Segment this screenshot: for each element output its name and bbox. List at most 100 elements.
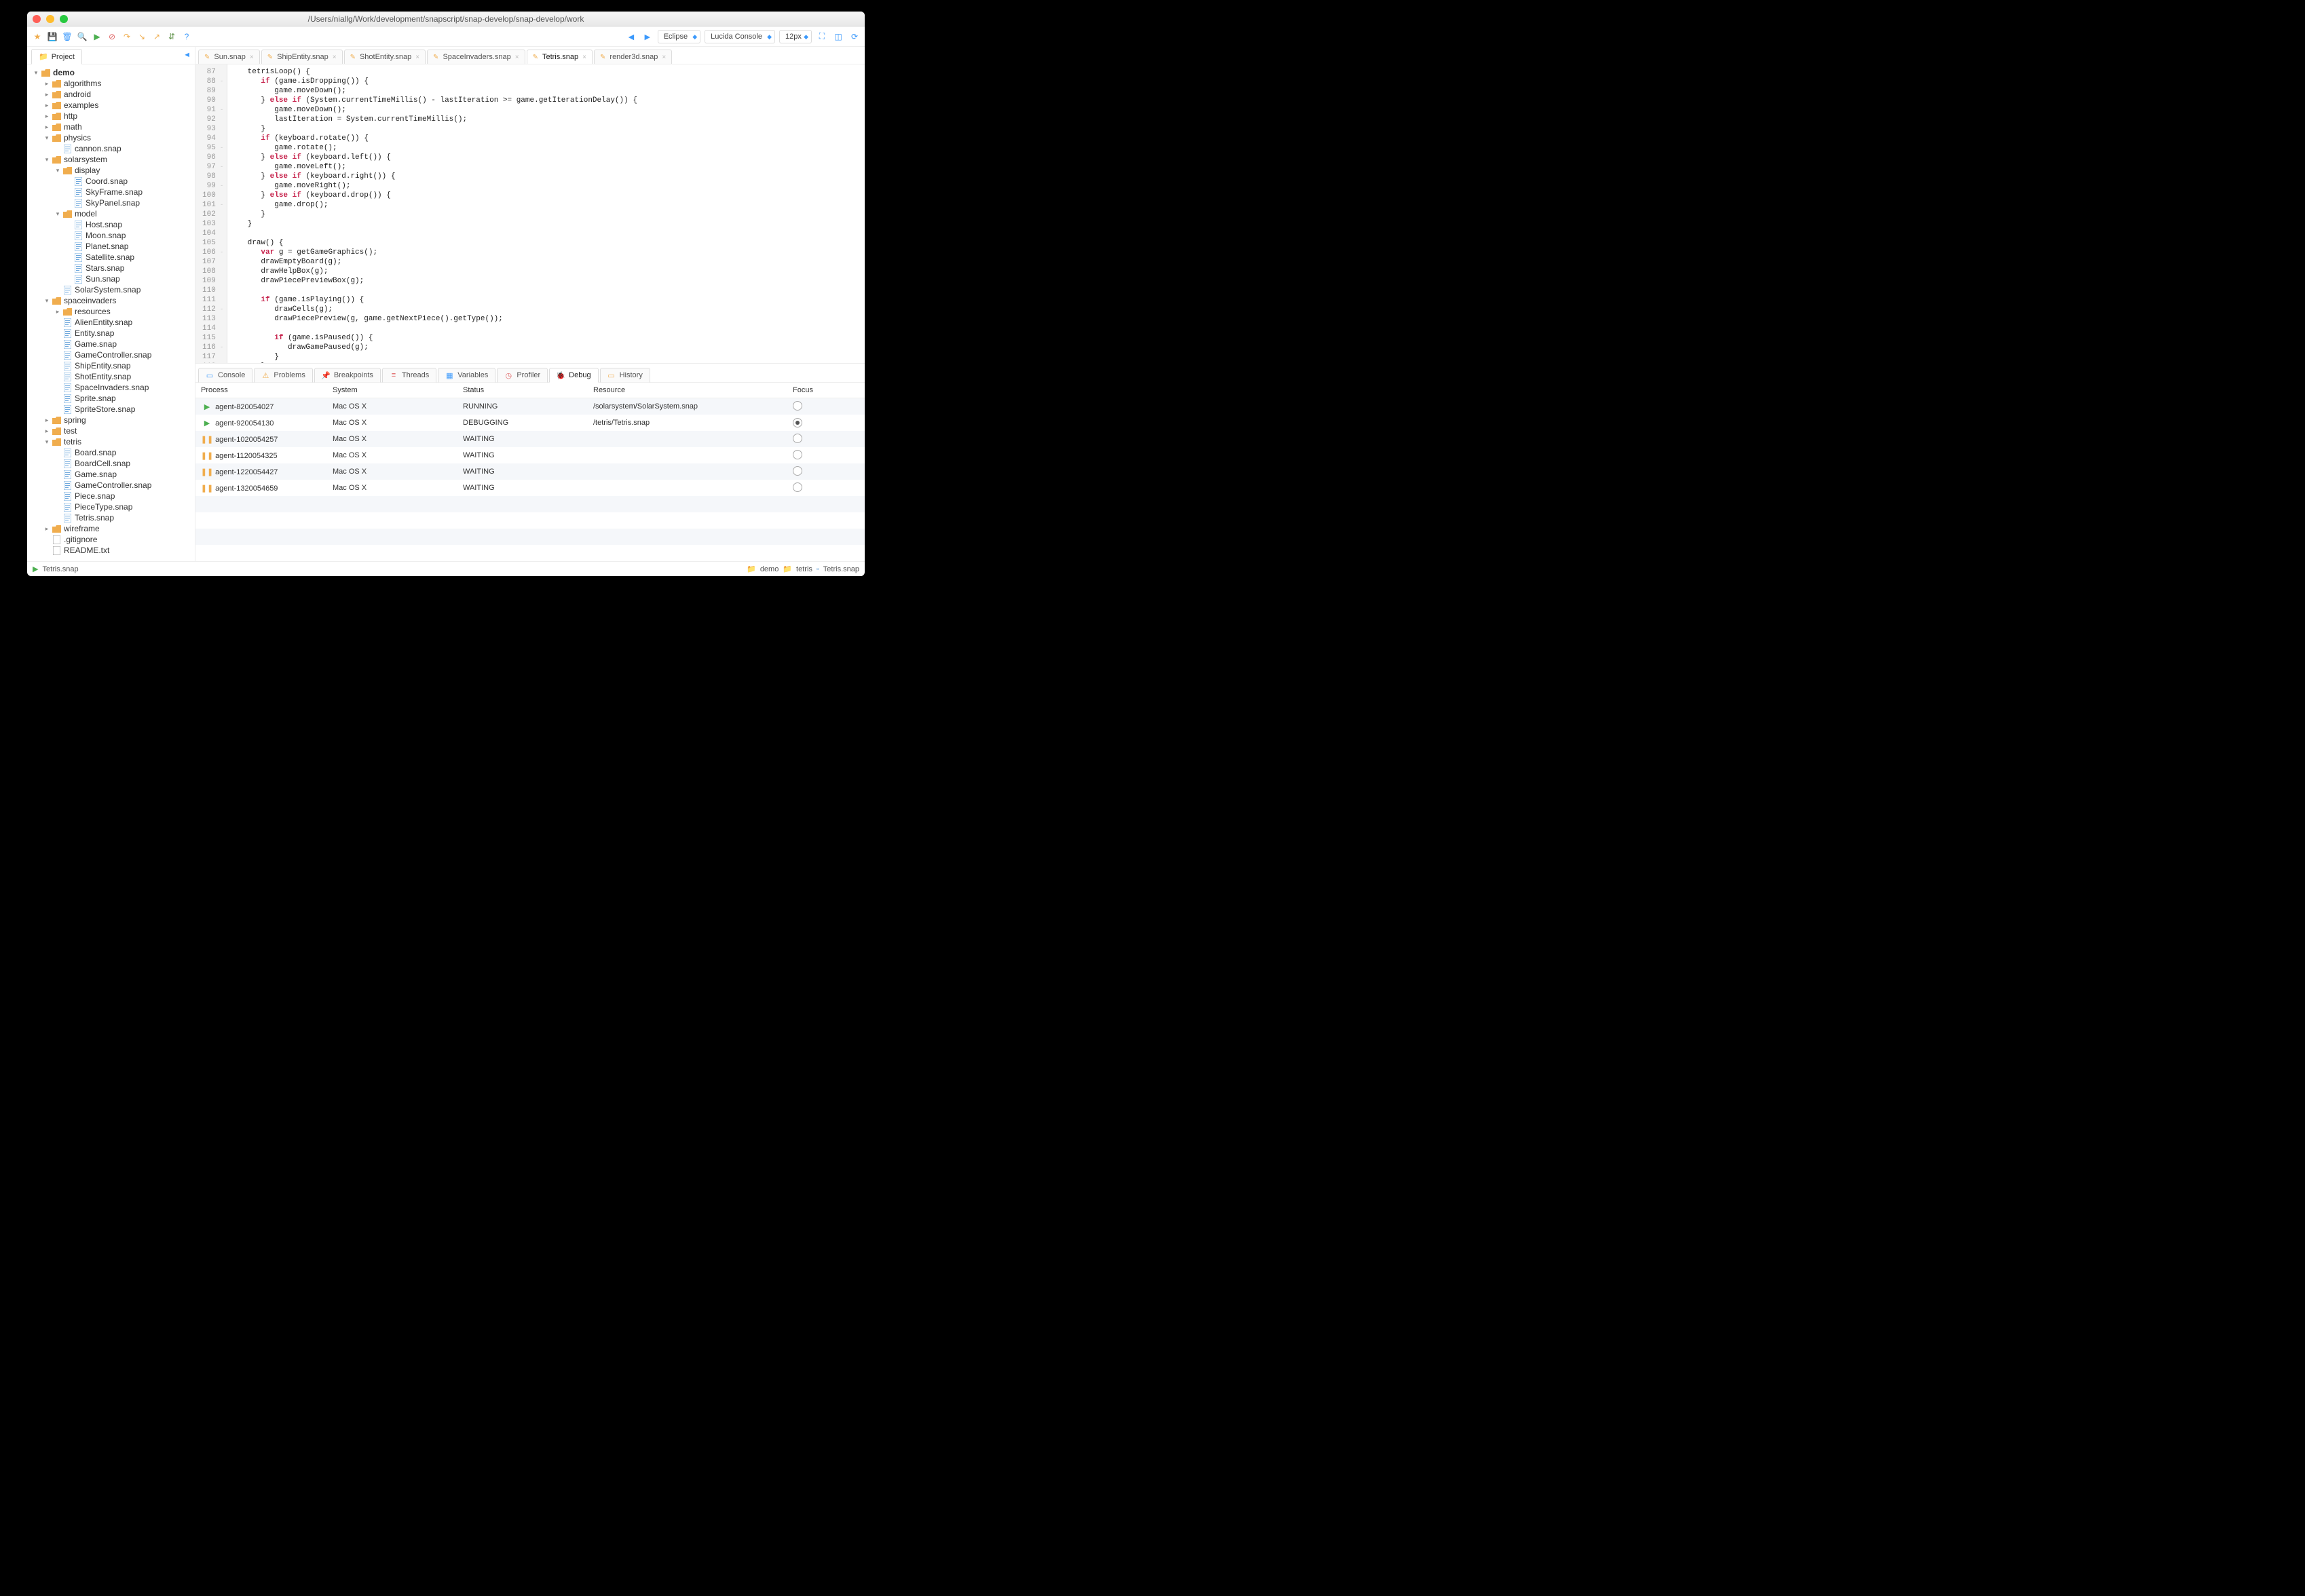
focus-radio[interactable]	[793, 466, 802, 476]
new-icon[interactable]: ★	[31, 31, 43, 43]
editor-tab[interactable]: ✎render3d.snap×	[594, 50, 672, 64]
tree-row[interactable]: Planet.snap	[27, 241, 195, 252]
code-editor[interactable]: 8788899091929394959697989910010110210310…	[195, 64, 865, 364]
bottom-tab-debug[interactable]: 🐞Debug	[549, 368, 598, 383]
close-tab-icon[interactable]: ×	[415, 54, 419, 61]
delete-icon[interactable]: 🗑	[61, 31, 73, 43]
bottom-tab-threads[interactable]: ≡Threads	[382, 368, 436, 383]
twist-icon[interactable]: ▸	[43, 102, 50, 109]
tree-row[interactable]: ShipEntity.snap	[27, 360, 195, 371]
bottom-tab-problems[interactable]: ⚠Problems	[254, 368, 312, 383]
crumb-tetris[interactable]: tetris	[796, 565, 812, 573]
twist-icon[interactable]: ▸	[43, 113, 50, 120]
twist-icon[interactable]: ▾	[33, 69, 39, 77]
col-process[interactable]: Process	[195, 383, 327, 398]
table-row[interactable]: ❚❚ agent-1320054659Mac OS XWAITING	[195, 480, 865, 496]
col-system[interactable]: System	[327, 383, 457, 398]
tree-row[interactable]: SkyFrame.snap	[27, 187, 195, 197]
save-icon[interactable]: 💾	[46, 31, 58, 43]
focus-radio[interactable]	[793, 418, 802, 428]
twist-icon[interactable]: ▾	[43, 438, 50, 446]
tree-row[interactable]: .gitignore	[27, 534, 195, 545]
tree-row[interactable]: Host.snap	[27, 219, 195, 230]
tree-row[interactable]: ▸algorithms	[27, 78, 195, 89]
tree-row[interactable]: ▸test	[27, 425, 195, 436]
bottom-tab-variables[interactable]: ▦Variables	[438, 368, 495, 383]
tree-row[interactable]: Stars.snap	[27, 263, 195, 273]
step-out-icon[interactable]: ↗	[151, 31, 163, 43]
tree-row[interactable]: SolarSystem.snap	[27, 284, 195, 295]
twist-icon[interactable]: ▾	[43, 156, 50, 164]
twist-icon[interactable]: ▾	[54, 167, 61, 174]
twist-icon[interactable]: ▸	[54, 308, 61, 316]
close-tab-icon[interactable]: ×	[333, 54, 337, 61]
crumb-demo[interactable]: demo	[760, 565, 779, 573]
bottom-tab-history[interactable]: ▭History	[600, 368, 650, 383]
close-tab-icon[interactable]: ×	[515, 54, 519, 61]
nav-forward-icon[interactable]: ►	[641, 31, 654, 42]
tree-row[interactable]: Tetris.snap	[27, 512, 195, 523]
fold-column[interactable]: ----------	[219, 64, 227, 363]
tree-row[interactable]: ▸http	[27, 111, 195, 121]
nav-back-icon[interactable]: ◄	[625, 31, 637, 42]
focus-radio[interactable]	[793, 482, 802, 492]
tree-row[interactable]: ▾demo	[27, 67, 195, 78]
step-into-icon[interactable]: ↘	[136, 31, 148, 43]
close-tab-icon[interactable]: ×	[582, 54, 586, 61]
tree-row[interactable]: Board.snap	[27, 447, 195, 458]
step-over-icon[interactable]: ↷	[121, 31, 133, 43]
twist-icon[interactable]: ▾	[43, 297, 50, 305]
search-icon[interactable]: 🔍	[76, 31, 88, 43]
stop-icon[interactable]: ⊘	[106, 31, 118, 43]
tree-row[interactable]: SpaceInvaders.snap	[27, 382, 195, 393]
tree-row[interactable]: ▸spring	[27, 415, 195, 425]
tree-row[interactable]: AlienEntity.snap	[27, 317, 195, 328]
twist-icon[interactable]: ▸	[43, 80, 50, 88]
twist-icon[interactable]: ▾	[43, 134, 50, 142]
project-tab[interactable]: 📁 Project	[31, 49, 82, 64]
close-tab-icon[interactable]: ×	[250, 54, 254, 61]
table-row[interactable]: ▶ agent-920054130Mac OS XDEBUGGING/tetri…	[195, 415, 865, 431]
fontsize-select[interactable]: 12px◆	[779, 30, 812, 43]
focus-radio[interactable]	[793, 434, 802, 443]
layout-icon[interactable]: ◫	[832, 31, 844, 43]
col-resource[interactable]: Resource	[588, 383, 787, 398]
bottom-tab-console[interactable]: ▭Console	[198, 368, 252, 383]
tree-row[interactable]: ▸android	[27, 89, 195, 100]
tree-row[interactable]: SpriteStore.snap	[27, 404, 195, 415]
bottom-tab-breakpoints[interactable]: 📌Breakpoints	[314, 368, 381, 383]
help-icon[interactable]: ?	[181, 31, 193, 43]
theme-select[interactable]: Eclipse◆	[658, 30, 700, 43]
collapse-icon[interactable]: ◄	[183, 51, 191, 59]
tree-row[interactable]: ▸math	[27, 121, 195, 132]
tree-row[interactable]: Moon.snap	[27, 230, 195, 241]
twist-icon[interactable]: ▸	[43, 428, 50, 435]
tree-row[interactable]: ▸wireframe	[27, 523, 195, 534]
focus-radio[interactable]	[793, 401, 802, 411]
editor-tab[interactable]: ✎ShotEntity.snap×	[344, 50, 426, 64]
tree-row[interactable]: GameController.snap	[27, 349, 195, 360]
editor-tab[interactable]: ✎SpaceInvaders.snap×	[427, 50, 525, 64]
table-row[interactable]: ❚❚ agent-1120054325Mac OS XWAITING	[195, 447, 865, 463]
twist-icon[interactable]: ▾	[54, 210, 61, 218]
tree-row[interactable]: Sprite.snap	[27, 393, 195, 404]
twist-icon[interactable]: ▸	[43, 525, 50, 533]
focus-radio[interactable]	[793, 450, 802, 459]
crumb-file[interactable]: Tetris.snap	[823, 565, 859, 573]
tree-row[interactable]: SkyPanel.snap	[27, 197, 195, 208]
tree-row[interactable]: Coord.snap	[27, 176, 195, 187]
tree-row[interactable]: ▾solarsystem	[27, 154, 195, 165]
table-row[interactable]: ❚❚ agent-1220054427Mac OS XWAITING	[195, 463, 865, 480]
variables-icon[interactable]: ⇵	[166, 31, 178, 43]
tree-row[interactable]: ▾spaceinvaders	[27, 295, 195, 306]
tree-row[interactable]: ▾display	[27, 165, 195, 176]
run-icon[interactable]: ▶	[91, 31, 103, 43]
twist-icon[interactable]: ▸	[43, 124, 50, 131]
bottom-tab-profiler[interactable]: ◷Profiler	[497, 368, 548, 383]
fullscreen-icon[interactable]: ⛶	[816, 31, 828, 43]
tree-row[interactable]: cannon.snap	[27, 143, 195, 154]
tree-row[interactable]: ShotEntity.snap	[27, 371, 195, 382]
code-area[interactable]: tetrisLoop() { if (game.isDropping()) { …	[227, 64, 644, 363]
table-row[interactable]: ▶ agent-820054027Mac OS XRUNNING/solarsy…	[195, 398, 865, 415]
tree-row[interactable]: ▾model	[27, 208, 195, 219]
